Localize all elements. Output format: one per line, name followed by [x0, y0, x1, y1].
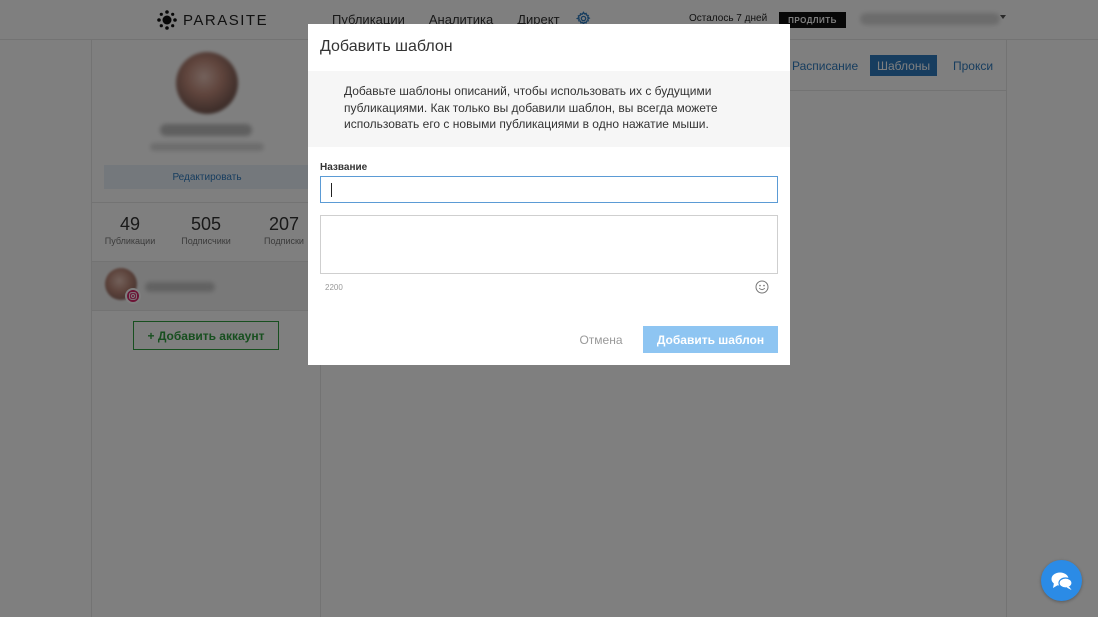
- chat-support-button[interactable]: [1041, 560, 1082, 601]
- text-cursor: [331, 183, 332, 197]
- modal-title: Добавить шаблон: [320, 38, 453, 55]
- name-field-label: Название: [320, 162, 368, 173]
- modal-description: Добавьте шаблоны описаний, чтобы использ…: [344, 84, 718, 131]
- add-template-button[interactable]: Добавить шаблон: [643, 326, 778, 353]
- add-template-modal: Добавить шаблон Добавьте шаблоны описани…: [308, 24, 790, 365]
- character-counter: 2200: [325, 283, 343, 292]
- cancel-button[interactable]: Отмена: [572, 326, 630, 353]
- template-name-input[interactable]: [320, 176, 778, 203]
- template-text-area[interactable]: [320, 215, 778, 274]
- modal-description-box: Добавьте шаблоны описаний, чтобы использ…: [308, 71, 790, 147]
- chat-icon: [1051, 572, 1073, 590]
- emoji-icon[interactable]: [755, 280, 769, 294]
